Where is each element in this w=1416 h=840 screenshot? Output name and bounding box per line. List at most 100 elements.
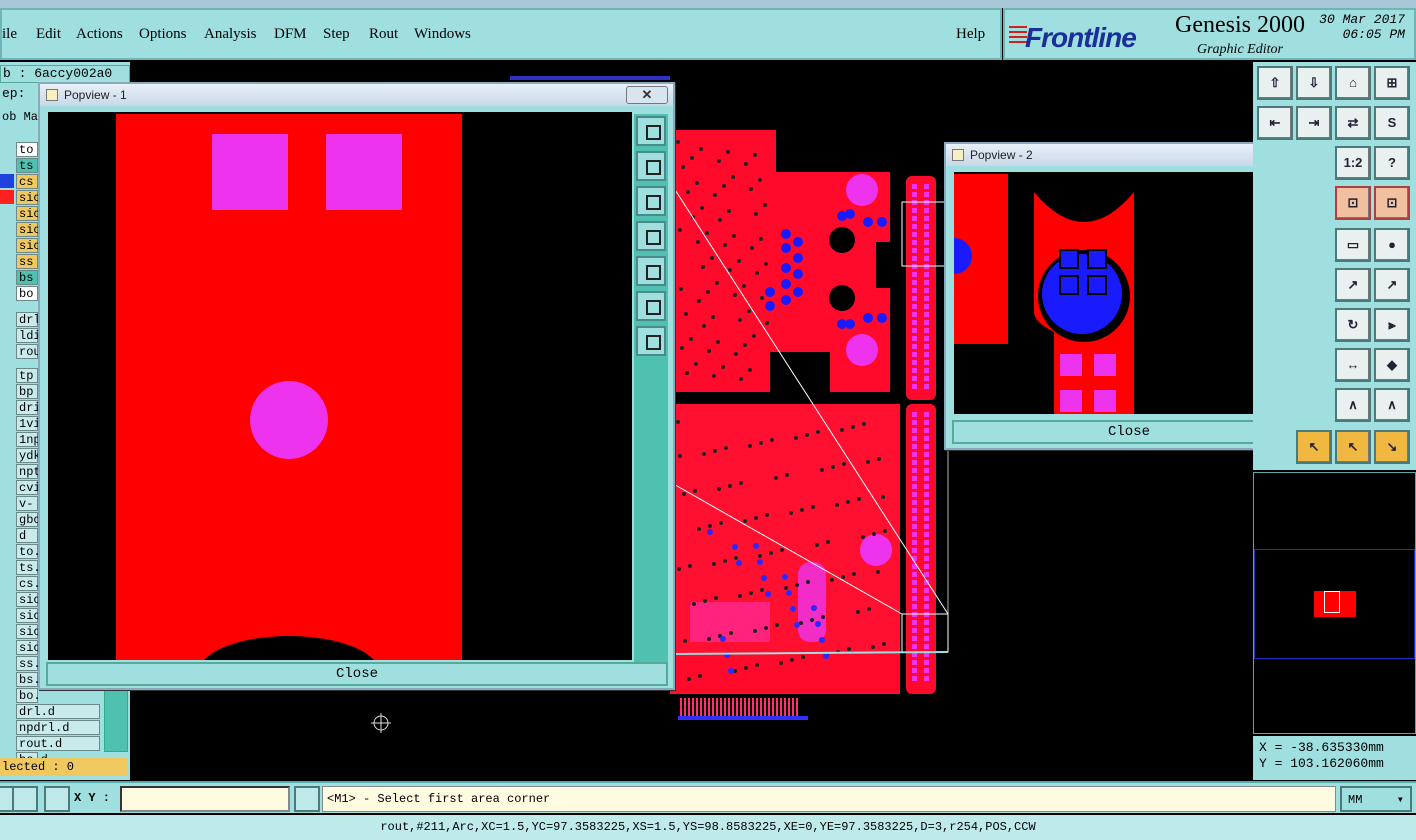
layer-item-0[interactable]: tp <box>16 368 38 383</box>
connect-icon[interactable]: ↗ <box>1335 268 1371 302</box>
layer-bs-8[interactable]: bs <box>16 270 38 285</box>
edge-dot <box>912 368 917 373</box>
coordinate-readout: X = -38.635330mm Y = 103.162060mm <box>1253 736 1416 780</box>
popview-2-canvas[interactable] <box>954 172 1268 414</box>
layer-item-13[interactable]: cs. <box>16 576 41 591</box>
layer-drill-rou[interactable]: rou <box>16 344 41 359</box>
info-icon[interactable] <box>294 786 320 812</box>
units-select[interactable]: MM ▾ <box>1340 786 1412 812</box>
zoom-in-icon[interactable] <box>636 291 666 321</box>
layer-item-8[interactable]: v-c <box>16 496 38 525</box>
arc-2-icon[interactable]: ∧ <box>1374 388 1410 422</box>
pointer-icon[interactable]: ↖ <box>1335 430 1371 464</box>
layer-bo-9[interactable]: bo <box>16 286 38 301</box>
menu-help[interactable]: Help <box>956 26 985 43</box>
help-button[interactable]: ? <box>1374 146 1410 180</box>
edge-dot <box>924 644 929 649</box>
mount-hole-2 <box>829 285 855 311</box>
measure-icon[interactable]: ↔ <box>1335 348 1371 382</box>
select-icon[interactable]: ↘ <box>1374 430 1410 464</box>
pad-icon[interactable]: ● <box>1374 228 1410 262</box>
menu-options[interactable]: Options <box>139 26 187 43</box>
via-small <box>733 293 737 297</box>
layer-sic-3[interactable]: sic <box>16 190 41 205</box>
swap-icon[interactable]: ⇄ <box>1335 106 1371 140</box>
connect-2-icon[interactable]: ↗ <box>1374 268 1410 302</box>
via-small <box>749 187 753 191</box>
layer-item-14[interactable]: sic <box>16 592 41 607</box>
layer-item-2[interactable]: dri <box>16 400 41 415</box>
edge-dot <box>924 516 929 521</box>
popview-1-canvas[interactable] <box>48 112 632 660</box>
layer-to-0[interactable]: to <box>16 142 38 157</box>
menu-windows[interactable]: Windows <box>414 26 471 43</box>
layer-item-11[interactable]: to. <box>16 544 41 559</box>
layer-drill-ldi[interactable]: ldi <box>16 328 41 343</box>
layer-item-1[interactable]: bp <box>16 384 38 399</box>
zoom-fit-icon[interactable] <box>636 116 666 146</box>
layer-sic-4[interactable]: sic <box>16 206 41 221</box>
zoom-out-icon[interactable] <box>636 326 666 356</box>
measure-angle-icon[interactable] <box>12 786 38 812</box>
grid-snap-icon[interactable] <box>44 786 70 812</box>
menu-dfm[interactable]: DFM <box>274 26 307 43</box>
layer-item-23[interactable]: rout.d <box>16 736 100 751</box>
home-icon[interactable]: ⌂ <box>1335 66 1371 100</box>
layer-item-16[interactable]: sic <box>16 624 41 639</box>
menu-edit[interactable]: Edit <box>36 26 61 43</box>
layer-sic-5[interactable]: sic <box>16 222 41 237</box>
layer-item-19[interactable]: bs. <box>16 672 41 687</box>
menu-actions[interactable]: Actions <box>76 26 123 43</box>
layer-item-21[interactable]: drl.d <box>16 704 100 719</box>
arc-icon[interactable]: ∧ <box>1335 388 1371 422</box>
layer-ts-1[interactable]: ts <box>16 158 38 173</box>
net-icon[interactable]: ⊡ <box>1335 186 1371 220</box>
xy-input[interactable] <box>120 786 290 812</box>
layer-item-22[interactable]: npdrl.d <box>16 720 100 735</box>
layer-item-18[interactable]: ss. <box>16 656 41 671</box>
overview-viewport[interactable] <box>1324 591 1340 613</box>
layer-item-9[interactable]: gbc <box>16 512 41 527</box>
rotate-icon[interactable]: ↻ <box>1335 308 1371 342</box>
route-icon[interactable]: S <box>1374 106 1410 140</box>
layer-item-10[interactable]: d <box>16 528 38 543</box>
net-2-icon[interactable]: ⊡ <box>1374 186 1410 220</box>
popview-1-close-button[interactable]: Close <box>46 662 668 686</box>
layer-drill-drl[interactable]: drl <box>16 312 41 327</box>
menu-step[interactable]: Step <box>323 26 350 43</box>
window-split-icon[interactable]: ⊞ <box>1374 66 1410 100</box>
menu-file[interactable]: ile <box>2 26 17 43</box>
layer-item-4[interactable]: 1np <box>16 432 41 447</box>
layer-item-6[interactable]: npt <box>16 464 41 479</box>
menu-rout[interactable]: Rout <box>369 26 398 43</box>
layer-item-3[interactable]: 1vi <box>16 416 41 431</box>
layer-item-7[interactable]: cvi <box>16 480 41 495</box>
layer-cs-2[interactable]: cs <box>16 174 38 189</box>
menu-analysis[interactable]: Analysis <box>204 26 257 43</box>
ruler-icon[interactable]: ▭ <box>1335 228 1371 262</box>
layer-ss-7[interactable]: ss <box>16 254 38 269</box>
popview-1-close-x-button[interactable]: ✕ <box>626 86 668 104</box>
orange-tool-icon[interactable]: ↖ <box>1296 430 1332 464</box>
pan-right-icon[interactable] <box>636 256 666 286</box>
next-icon[interactable]: ⇥ <box>1296 106 1332 140</box>
panel-tabs[interactable]: ob Ma <box>0 110 38 124</box>
overview-map[interactable] <box>1253 472 1416 734</box>
download-icon[interactable]: ⇩ <box>1296 66 1332 100</box>
pan-left-icon[interactable] <box>636 221 666 251</box>
mirror-icon[interactable]: ⫸ <box>1374 308 1410 342</box>
popview-1-titlebar[interactable]: Popview - 1 <box>40 84 673 106</box>
layer-sic-6[interactable]: sic <box>16 238 41 253</box>
upload-icon[interactable]: ⇧ <box>1257 66 1293 100</box>
shapes-icon[interactable]: ◆ <box>1374 348 1410 382</box>
pan-up-icon[interactable] <box>636 151 666 181</box>
layer-item-15[interactable]: sic <box>16 608 41 623</box>
layer-item-17[interactable]: sic <box>16 640 41 655</box>
scale-ratio-button[interactable]: 1:2 <box>1335 146 1371 180</box>
layer-item-12[interactable]: ts. <box>16 560 41 575</box>
via-small <box>706 290 710 294</box>
prev-icon[interactable]: ⇤ <box>1257 106 1293 140</box>
layer-item-5[interactable]: ydk <box>16 448 41 463</box>
layer-item-20[interactable]: bo. <box>16 688 41 703</box>
pan-down-icon[interactable] <box>636 186 666 216</box>
